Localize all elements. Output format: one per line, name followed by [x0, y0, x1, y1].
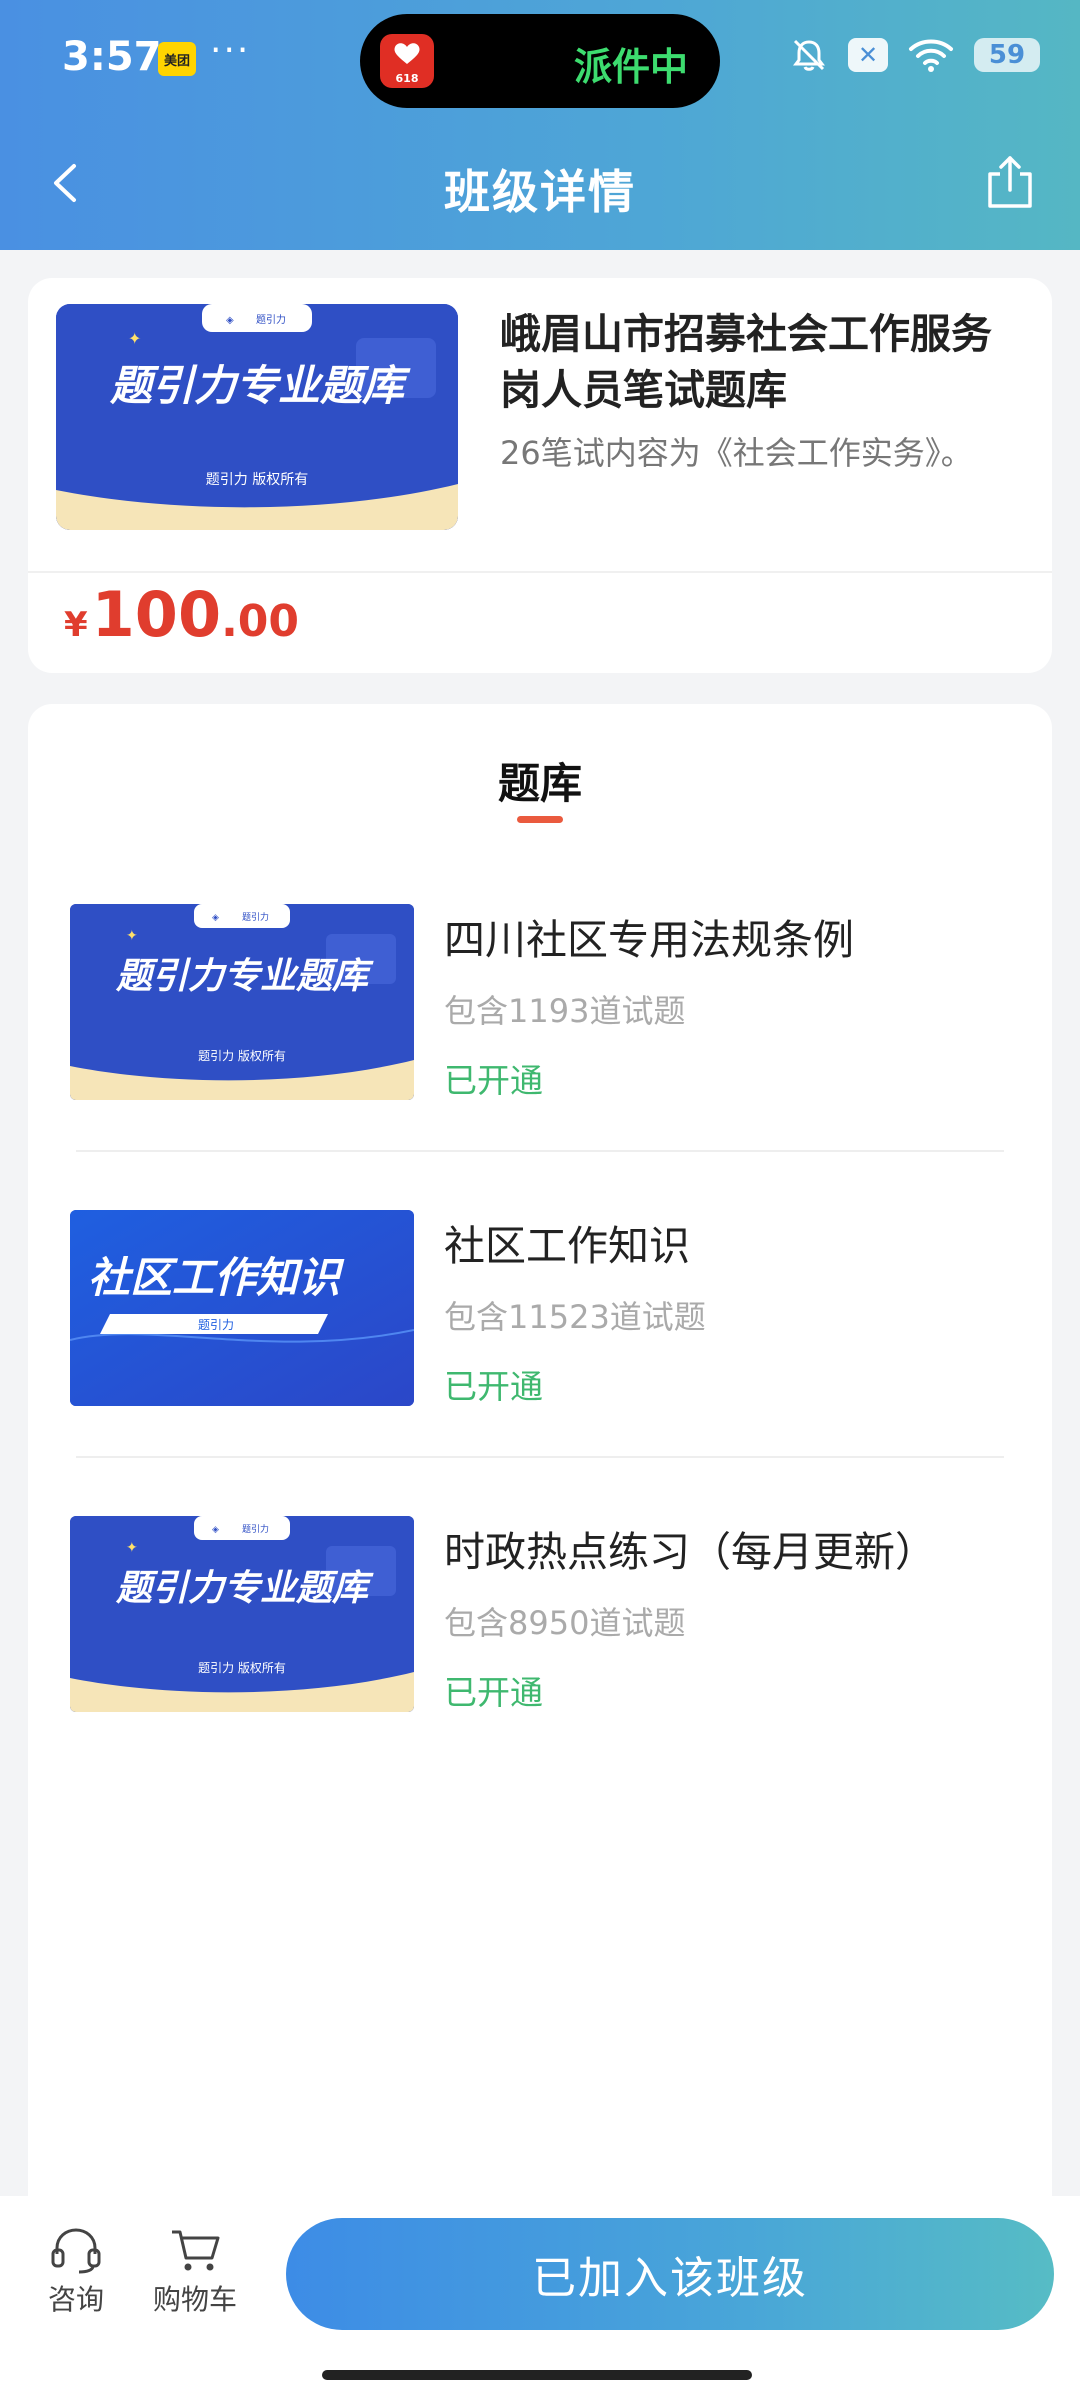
question-count: 包含8950道试题: [444, 1604, 686, 1642]
svg-text:题引力: 题引力: [256, 313, 286, 326]
home-indicator[interactable]: [322, 2370, 752, 2380]
heart-icon: [394, 43, 420, 64]
svg-text:◈: ◈: [226, 315, 234, 326]
question-bank-item[interactable]: ◈ 题引力 ✦ 题引力专业题库 题引力 版权所有 四川社区专用法规条例 包含11…: [70, 904, 1010, 1104]
svg-text:✦: ✦: [126, 1540, 138, 1556]
more-notifications-icon: ···: [210, 30, 251, 71]
svg-text:题引力专业题库: 题引力专业题库: [115, 956, 374, 997]
question-bank-title: 时政热点练习（每月更新）: [444, 1528, 936, 1576]
share-icon[interactable]: [980, 152, 1040, 212]
svg-text:◈: ◈: [212, 1525, 219, 1535]
divider: [28, 571, 1052, 573]
close-notification-icon: ✕: [848, 38, 888, 72]
svg-text:题引力专业题库: 题引力专业题库: [109, 361, 411, 410]
class-summary-card: ◈ 题引力 ✦ 题引力专业题库 题引力 版权所有 峨眉山市招募社会工作服务岗人员…: [28, 278, 1052, 673]
status-time: 3:57: [62, 34, 162, 80]
cart-label: 购物车: [152, 2283, 237, 2316]
app-header: 3:57 美团 ··· 618 派件中 ✕ 59 班级详情: [0, 0, 1080, 250]
joined-class-button[interactable]: 已加入该班级: [286, 2218, 1054, 2330]
consult-label: 咨询: [47, 2283, 104, 2316]
question-count: 包含1193道试题: [444, 992, 686, 1030]
svg-text:社区工作知识: 社区工作知识: [88, 1253, 345, 1302]
class-price: ¥ 100 .00: [64, 578, 299, 651]
svg-text:题引力 版权所有: 题引力 版权所有: [206, 472, 308, 488]
status-bar: 3:57 美团 ··· 618 派件中 ✕ 59: [0, 0, 1080, 120]
question-bank-item[interactable]: 社区工作知识 题引力 社区工作知识 包含11523道试题 已开通: [70, 1210, 1010, 1410]
price-decimal: .00: [221, 596, 300, 647]
pdd-618-label: 618: [395, 72, 419, 85]
status-badge: 已开通: [444, 1061, 543, 1100]
svg-text:◈: ◈: [212, 913, 219, 923]
price-integer: 100: [91, 578, 222, 651]
section-underline: [517, 816, 563, 823]
status-badge: 已开通: [444, 1673, 543, 1712]
svg-text:题引力 版权所有: 题引力 版权所有: [198, 1049, 286, 1063]
status-badge: 已开通: [444, 1367, 543, 1406]
pinduoduo-app-icon: 618: [380, 34, 434, 88]
status-icons: ✕ 59: [790, 36, 1040, 74]
dynamic-island[interactable]: 618 派件中: [360, 14, 720, 108]
svg-text:题引力: 题引力: [242, 911, 269, 923]
battery-icon: 59: [974, 38, 1040, 72]
svg-text:题引力 版权所有: 题引力 版权所有: [198, 1661, 286, 1675]
class-cover-image: ◈ 题引力 ✦ 题引力专业题库 题引力 版权所有: [56, 304, 458, 530]
question-bank-title: 四川社区专用法规条例: [444, 916, 854, 964]
svg-text:✦: ✦: [128, 329, 141, 348]
svg-text:题引力: 题引力: [242, 1523, 269, 1535]
page-title: 班级详情: [444, 165, 636, 219]
class-description: 26笔试内容为《社会工作实务》。: [500, 434, 973, 472]
bell-off-icon: [793, 39, 825, 71]
question-bank-section: 题库 ◈ 题引力 ✦ 题引力专业题库 题引力 版权所有 四川社区专用法规条例 包…: [28, 704, 1052, 2204]
nav-bar: 班级详情: [0, 140, 1080, 230]
class-title: 峨眉山市招募社会工作服务岗人员笔试题库: [500, 310, 992, 414]
question-count: 包含11523道试题: [444, 1298, 706, 1336]
cart-icon: [172, 2230, 220, 2271]
svg-text:题引力专业题库: 题引力专业题库: [115, 1568, 374, 1609]
divider: [76, 1150, 1004, 1152]
headset-icon: [51, 2228, 101, 2274]
wifi-icon: [909, 39, 953, 72]
meituan-notification-icon: 美团: [158, 42, 196, 76]
question-bank-cover: ◈ 题引力 ✦ 题引力专业题库 题引力 版权所有: [70, 904, 414, 1100]
cart-button[interactable]: 购物车: [142, 2226, 248, 2318]
question-bank-cover: 社区工作知识 题引力: [70, 1210, 414, 1406]
svg-text:✦: ✦: [126, 928, 138, 944]
price-currency: ¥: [64, 605, 88, 645]
live-activity-text: 派件中: [573, 45, 688, 89]
consult-button[interactable]: 咨询: [26, 2226, 126, 2318]
section-title: 题库: [497, 759, 582, 808]
svg-text:题引力: 题引力: [198, 1318, 234, 1332]
question-bank-item[interactable]: ◈ 题引力 ✦ 题引力专业题库 题引力 版权所有 时政热点练习（每月更新） 包含…: [70, 1516, 1010, 1716]
divider: [76, 1456, 1004, 1458]
question-bank-title: 社区工作知识: [444, 1222, 690, 1270]
question-bank-cover: ◈ 题引力 ✦ 题引力专业题库 题引力 版权所有: [70, 1516, 414, 1712]
